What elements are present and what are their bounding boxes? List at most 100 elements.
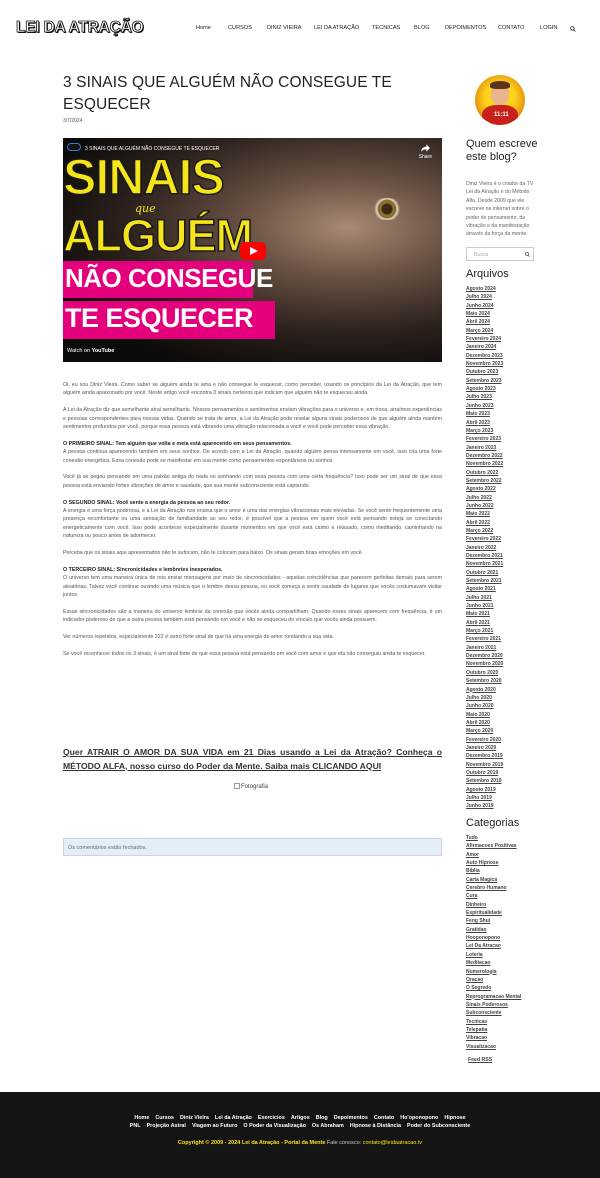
archive-link[interactable]: Novembro 2020 — [466, 660, 503, 668]
category-link[interactable]: Gratidao — [466, 926, 521, 934]
archive-link[interactable]: Abril 2021 — [466, 619, 503, 627]
category-link[interactable]: Afirmacoes Positivas — [466, 842, 521, 850]
archive-link[interactable]: Março 2022 — [466, 527, 503, 535]
category-link[interactable]: Reprogramacao Mental — [466, 993, 521, 1001]
archive-link[interactable]: Junho 2019 — [466, 802, 503, 810]
category-link[interactable]: Biblia — [466, 867, 521, 875]
archive-link[interactable]: Outubro 2023 — [466, 368, 503, 376]
category-link[interactable]: Hooponopono — [466, 934, 521, 942]
footer-link[interactable]: O Poder da Visualização — [243, 1123, 306, 1129]
archive-link[interactable]: Junho 2024 — [466, 302, 503, 310]
footer-link[interactable]: PNL — [130, 1123, 141, 1129]
archive-link[interactable]: Abril 2020 — [466, 719, 503, 727]
archive-link[interactable]: Julho 2023 — [466, 393, 503, 401]
nav-blog[interactable]: BLOG — [414, 25, 430, 31]
nav-tecnicas[interactable]: TECNICAS — [372, 25, 400, 31]
footer-link[interactable]: Exercícios — [258, 1115, 285, 1121]
archive-link[interactable]: Fevereiro 2024 — [466, 335, 503, 343]
archive-link[interactable]: Fevereiro 2021 — [466, 635, 503, 643]
archive-link[interactable]: Julho 2022 — [466, 494, 503, 502]
archive-link[interactable]: Outubro 2021 — [466, 569, 503, 577]
archive-link[interactable]: Setembro 2023 — [466, 377, 503, 385]
category-link[interactable]: Carta Magica — [466, 876, 521, 884]
category-link[interactable]: Meditacao — [466, 959, 521, 967]
category-link[interactable]: Tudo — [466, 834, 521, 842]
footer-link[interactable]: Viagem ao Futuro — [192, 1123, 237, 1129]
archive-link[interactable]: Julho 2021 — [466, 594, 503, 602]
archive-link[interactable]: Maio 2020 — [466, 711, 503, 719]
footer-link[interactable]: Cursos — [155, 1115, 174, 1121]
archive-link[interactable]: Outubro 2020 — [466, 669, 503, 677]
archive-link[interactable]: Janeiro 2022 — [466, 544, 503, 552]
archive-link[interactable]: Setembro 2020 — [466, 677, 503, 685]
footer-link[interactable]: Blog — [316, 1115, 328, 1121]
share-button[interactable]: Share — [419, 144, 432, 160]
video-embed[interactable]: 3 SINAIS QUE ALGUÉM NÃO CONSEGUE TE ESQU… — [63, 138, 442, 362]
archive-link[interactable]: Janeiro 2023 — [466, 444, 503, 452]
category-link[interactable]: Auto Hipnose — [466, 859, 521, 867]
archive-link[interactable]: Novembro 2021 — [466, 560, 503, 568]
archive-link[interactable]: Dezembro 2021 — [466, 552, 503, 560]
archive-link[interactable]: Fevereiro 2022 — [466, 535, 503, 543]
category-link[interactable]: Cura — [466, 892, 521, 900]
cta-link[interactable]: Quer ATRAIR O AMOR DA SUA VIDA em 21 Dia… — [63, 746, 442, 773]
category-link[interactable]: Subconsciente — [466, 1009, 521, 1017]
archive-link[interactable]: Março 2020 — [466, 727, 503, 735]
archive-link[interactable]: Outubro 2019 — [466, 769, 503, 777]
play-button[interactable] — [240, 242, 266, 260]
archive-link[interactable]: Fevereiro 2020 — [466, 736, 503, 744]
archive-link[interactable]: Agosto 2022 — [466, 485, 503, 493]
archive-link[interactable]: Maio 2022 — [466, 510, 503, 518]
archive-link[interactable]: Junho 2021 — [466, 602, 503, 610]
archive-link[interactable]: Novembro 2022 — [466, 460, 503, 468]
category-link[interactable]: Dinheiro — [466, 901, 521, 909]
footer-link[interactable]: Home — [134, 1115, 149, 1121]
nav-login[interactable]: LOGIN — [540, 25, 557, 31]
sidebar-search[interactable]: Busca — [466, 247, 534, 261]
category-link[interactable]: Tecnicas — [466, 1018, 521, 1026]
footer-link[interactable]: Contato — [374, 1115, 394, 1121]
archive-link[interactable]: Maio 2021 — [466, 610, 503, 618]
archive-link[interactable]: Março 2024 — [466, 327, 503, 335]
archive-link[interactable]: Abril 2022 — [466, 519, 503, 527]
archive-link[interactable]: Agosto 2023 — [466, 385, 503, 393]
category-link[interactable]: Lei Da Atracao — [466, 942, 521, 950]
category-link[interactable]: Sinais Poderosos — [466, 1001, 521, 1009]
archive-link[interactable]: Outubro 2022 — [466, 469, 503, 477]
category-link[interactable]: Vibracao — [466, 1034, 521, 1042]
archive-link[interactable]: Setembro 2022 — [466, 477, 503, 485]
archive-link[interactable]: Setembro 2021 — [466, 577, 503, 585]
archive-link[interactable]: Setembro 2019 — [466, 777, 503, 785]
archive-link[interactable]: Junho 2022 — [466, 502, 503, 510]
archive-link[interactable]: Agosto 2020 — [466, 686, 503, 694]
archive-link[interactable]: Agosto 2021 — [466, 585, 503, 593]
category-link[interactable]: Espiritualidade — [466, 909, 521, 917]
archive-link[interactable]: Março 2023 — [466, 427, 503, 435]
footer-link[interactable]: Hipnose à Distância — [350, 1123, 401, 1129]
archive-link[interactable]: Abril 2024 — [466, 318, 503, 326]
footer-link[interactable]: Depoimentos — [334, 1115, 368, 1121]
archive-link[interactable]: Dezembro 2019 — [466, 752, 503, 760]
category-link[interactable]: Numerologia — [466, 968, 521, 976]
archive-link[interactable]: Novembro 2019 — [466, 761, 503, 769]
search-icon[interactable] — [570, 26, 576, 32]
archive-link[interactable]: Março 2021 — [466, 627, 503, 635]
archive-link[interactable]: Janeiro 2021 — [466, 644, 503, 652]
category-link[interactable]: Amor — [466, 851, 521, 859]
watch-on-youtube[interactable]: Watch on YouTube — [67, 348, 114, 354]
archive-link[interactable]: Agosto 2019 — [466, 786, 503, 794]
archive-link[interactable]: Dezembro 2020 — [466, 652, 503, 660]
footer-link[interactable]: Ho'oponopono — [400, 1115, 438, 1121]
archive-link[interactable]: Novembro 2023 — [466, 360, 503, 368]
category-link[interactable]: Cerebro Humano — [466, 884, 521, 892]
footer-link[interactable]: Lei da Atração — [215, 1115, 252, 1121]
archive-link[interactable]: Julho 2019 — [466, 794, 503, 802]
archive-link[interactable]: Julho 2024 — [466, 293, 503, 301]
archive-link[interactable]: Junho 2020 — [466, 702, 503, 710]
category-link[interactable]: Telepatia — [466, 1026, 521, 1034]
category-link[interactable]: Visualizacao — [466, 1043, 521, 1051]
footer-link[interactable]: Poder do Subconsciente — [407, 1123, 470, 1129]
footer-link[interactable]: Hipnose — [444, 1115, 465, 1121]
footer-link[interactable]: Diniz Vieira — [180, 1115, 209, 1121]
category-link[interactable]: Loteria — [466, 951, 521, 959]
